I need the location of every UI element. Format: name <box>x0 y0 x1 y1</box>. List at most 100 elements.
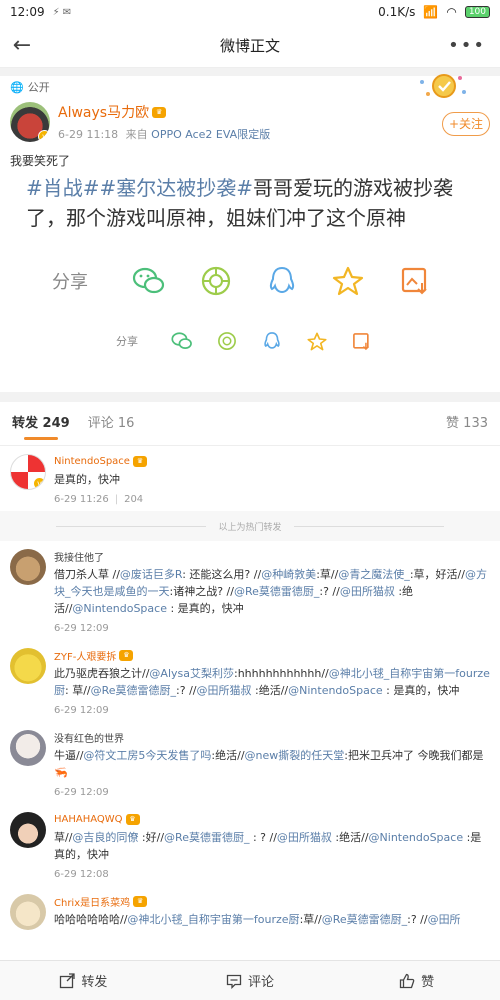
qq-share[interactable] <box>249 265 315 297</box>
top-nav-bar: ← 微博正文 ••• <box>0 24 500 68</box>
list-item[interactable]: 没有红色的世界 牛逼//@符文工房5今天发售了吗:绝活//@new撕裂的任天堂:… <box>0 722 500 804</box>
moments-share[interactable] <box>182 265 248 297</box>
mention-link[interactable]: @NintendoSpace <box>288 684 383 697</box>
public-globe-icon: 🌐 <box>10 80 24 94</box>
repost-button[interactable]: 转发 <box>0 971 167 990</box>
post-source[interactable]: OPPO Ace2 EVA限定版 <box>151 128 270 141</box>
mention-link[interactable]: @Re莫德雷德厨_ <box>91 684 176 697</box>
more-options-icon[interactable]: ••• <box>448 35 486 56</box>
user-avatar[interactable] <box>10 549 46 585</box>
vip-crown-icon: ♛ <box>132 455 147 467</box>
share-row-small: 分享 <box>0 321 500 361</box>
repost-time: 6-29 12:09 <box>54 787 109 798</box>
repost-time: 6-29 12:09 <box>54 705 109 716</box>
wechat-share-small[interactable] <box>160 331 205 351</box>
user-avatar[interactable] <box>10 812 46 848</box>
bottom-action-bar: 转发 评论 赞 <box>0 960 500 1000</box>
vip-crown-icon: ♛ <box>119 649 134 661</box>
mention-link[interactable]: @Alysa艾梨利莎 <box>149 667 234 680</box>
qq-share-small[interactable] <box>250 331 295 351</box>
repost-text: 借刀杀人草 //@废话巨多R: 还能这么用? //@种崎敦美:草//@青之魔法使… <box>54 568 487 615</box>
mention-link[interactable]: @田所猫叔 <box>277 831 332 844</box>
username[interactable]: Chrix是日系菜鸡 <box>54 894 130 909</box>
qzone-share-small[interactable] <box>294 332 339 351</box>
username[interactable]: ZYF-人艰要拆 <box>54 648 116 663</box>
qq-icon <box>269 266 295 294</box>
user-avatar[interactable] <box>10 894 46 930</box>
list-item[interactable]: HAHAHAQWQ ♛ 草//@吉良的同僚 :好//@Re莫德雷德厨_ : ? /… <box>0 804 500 886</box>
verified-badge-icon: v <box>33 477 45 489</box>
page-title: 微博正文 <box>219 37 280 55</box>
qzone-share[interactable] <box>315 266 381 296</box>
post-intro: 我要笑死了 <box>10 154 71 168</box>
image-download-icon <box>401 267 427 295</box>
username[interactable]: NintendoSpace <box>54 456 130 467</box>
tab-likes[interactable]: 赞 133 <box>446 402 488 446</box>
repost-time: 6-29 12:08 <box>54 869 109 880</box>
comment-icon <box>226 974 242 989</box>
repost-text: 哈哈哈哈哈哈//@神北小毬_自称宇宙第一fourze厨:草//@Re莫德雷德厨_… <box>54 913 461 926</box>
repost-text: 此乃驱虎吞狼之计//@Alysa艾梨利莎:hhhhhhhhhhhh//@神北小毬… <box>54 667 490 697</box>
save-image-share[interactable] <box>382 266 448 296</box>
moments-share-small[interactable] <box>205 331 250 351</box>
list-item[interactable]: v NintendoSpace ♛ 是真的，快冲 6-29 11:26 | 204 <box>0 446 500 511</box>
list-item[interactable]: ZYF-人艰要拆 ♛ 此乃驱虎吞狼之计//@Alysa艾梨利莎:hhhhhhhhh… <box>0 640 500 722</box>
mention-link[interactable]: @Re莫德雷德厨_ <box>164 831 249 844</box>
save-image-share-small[interactable] <box>339 332 384 351</box>
comment-button[interactable]: 评论 <box>167 971 334 990</box>
like-button[interactable]: 赞 <box>333 971 500 990</box>
back-arrow-icon[interactable]: ← <box>0 33 44 58</box>
moments-icon <box>218 332 237 350</box>
wechat-icon <box>133 267 165 294</box>
repost-icon <box>60 972 75 988</box>
mention-link[interactable]: @田所猫叔 <box>197 684 252 697</box>
thumbs-up-icon <box>400 973 415 988</box>
mention-link[interactable]: @吉良的同僚 <box>72 831 138 844</box>
mention-link[interactable]: @符文工房5今天发售了吗 <box>83 749 211 762</box>
qzone-star-icon <box>307 332 327 350</box>
repost-list: v NintendoSpace ♛ 是真的，快冲 6-29 11:26 | 204 以… <box>0 446 500 936</box>
mention-link[interactable]: @NintendoSpace <box>369 831 464 844</box>
notification-icons: ⚡ ✉ <box>52 6 72 18</box>
mention-link[interactable]: @田所 <box>428 913 461 926</box>
list-item[interactable]: 我接住他了 借刀杀人草 //@废话巨多R: 还能这么用? //@种崎敦美:草//… <box>0 541 500 640</box>
moments-icon <box>201 266 230 296</box>
interaction-tabs: 转发 249 评论 16 赞 133 <box>0 402 500 446</box>
post-author-row: v Always马力欧 ♛ 6-29 11:18 来自 OPPO Ace2 EV… <box>0 98 500 146</box>
author-avatar[interactable]: v <box>10 102 50 142</box>
list-item[interactable]: Chrix是日系菜鸡 ♛ 哈哈哈哈哈哈//@神北小毬_自称宇宙第一fourze厨:… <box>0 886 500 936</box>
username[interactable]: 我接住他了 <box>54 549 104 564</box>
mention-link[interactable]: @Re莫德雷德厨_ <box>322 913 407 926</box>
repost-count[interactable]: 204 <box>124 494 143 505</box>
wechat-icon <box>171 332 193 349</box>
mention-link[interactable]: @田所猫叔 <box>340 585 395 598</box>
tab-reposts[interactable]: 转发 249 <box>12 402 70 446</box>
user-avatar[interactable] <box>10 730 46 766</box>
mention-link[interactable]: @Re莫德雷德厨_ <box>234 585 319 598</box>
user-avatar[interactable] <box>10 648 46 684</box>
share-label: 分享 <box>52 272 88 293</box>
qq-icon <box>264 332 280 349</box>
follow-button[interactable]: +关注 <box>442 112 490 136</box>
battery-indicator: 100 <box>464 6 490 18</box>
mention-link[interactable]: @new撕裂的任天堂 <box>245 749 345 762</box>
mention-link[interactable]: @神北小毬_自称宇宙第一fourze厨 <box>127 913 299 926</box>
username[interactable]: HAHAHAQWQ <box>54 814 123 825</box>
author-name[interactable]: Always马力欧 <box>58 102 149 122</box>
hashtag-link[interactable]: #肖战# <box>26 176 100 200</box>
medal-badge-icon[interactable] <box>416 70 468 102</box>
mention-link[interactable]: @NintendoSpace <box>72 602 167 615</box>
mention-link[interactable]: @种崎敦美 <box>261 568 316 581</box>
user-avatar[interactable]: v <box>10 454 46 490</box>
hot-repost-divider: 以上为热门转发 <box>0 511 500 541</box>
mention-link[interactable]: @废话巨多R <box>120 568 182 581</box>
mention-link[interactable]: @青之魔法使_ <box>338 568 410 581</box>
hashtag-link[interactable]: #塞尔达被抄袭# <box>100 176 254 200</box>
status-time: 12:09 <box>10 5 45 19</box>
wechat-share[interactable] <box>116 266 182 296</box>
status-bar: 12:09 ⚡ ✉ 0.1K/s 📶 ◠ 100 <box>0 0 500 24</box>
username[interactable]: 没有红色的世界 <box>54 730 124 745</box>
repost-time: 6-29 11:26 <box>54 494 109 505</box>
tab-comments[interactable]: 评论 16 <box>88 402 135 446</box>
wifi-icon: ◠ <box>446 5 457 19</box>
